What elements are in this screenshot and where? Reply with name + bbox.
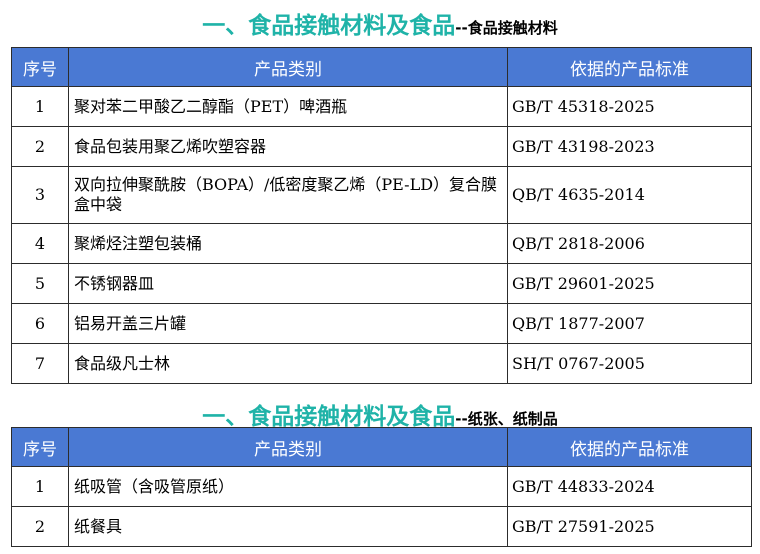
section-title-main: 一、食品接触材料及食品 [202, 13, 456, 39]
header-standard: 依据的产品标准 [507, 427, 752, 467]
section-title-food-contact-materials: 一、食品接触材料及食品--食品接触材料 [0, 6, 760, 40]
row-category: 不锈钢器皿 [68, 263, 508, 304]
table-row: 1 纸吸管（含吸管原纸） GB/T 44833-2024 [11, 466, 752, 507]
header-category: 产品类别 [68, 427, 508, 467]
row-index: 1 [11, 86, 69, 127]
row-index: 5 [11, 263, 69, 304]
section-title-sub: --食品接触材料 [455, 19, 558, 37]
row-category: 纸餐具 [68, 506, 508, 547]
row-standard: QB/T 4635-2014 [507, 166, 752, 224]
row-category: 食品包装用聚乙烯吹塑容器 [68, 126, 508, 167]
header-index: 序号 [11, 427, 69, 467]
row-category: 双向拉伸聚酰胺（BOPA）/低密度聚乙烯（PE-LD）复合膜盒中袋 [68, 166, 508, 224]
row-index: 3 [11, 166, 69, 224]
standards-table-paper-products: 序号 产品类别 依据的产品标准 1 纸吸管（含吸管原纸） GB/T 44833-… [11, 427, 752, 547]
row-standard: GB/T 45318-2025 [507, 86, 752, 127]
row-standard: QB/T 1877-2007 [507, 303, 752, 344]
row-standard: QB/T 2818-2006 [507, 223, 752, 264]
table-row: 5 不锈钢器皿 GB/T 29601-2025 [11, 263, 752, 304]
table-row: 2 纸餐具 GB/T 27591-2025 [11, 506, 752, 547]
section-title-sub: --纸张、纸制品 [455, 410, 558, 428]
row-category: 纸吸管（含吸管原纸） [68, 466, 508, 507]
row-index: 7 [11, 343, 69, 384]
table-header-row: 序号 产品类别 依据的产品标准 [11, 47, 752, 87]
table-row: 6 铝易开盖三片罐 QB/T 1877-2007 [11, 303, 752, 344]
row-standard: GB/T 44833-2024 [507, 466, 752, 507]
row-standard: GB/T 43198-2023 [507, 126, 752, 167]
row-index: 1 [11, 466, 69, 507]
row-category: 食品级凡士林 [68, 343, 508, 384]
row-index: 6 [11, 303, 69, 344]
section-title-paper-products: 一、食品接触材料及食品--纸张、纸制品 [0, 397, 760, 431]
table-header-row: 序号 产品类别 依据的产品标准 [11, 427, 752, 467]
table-row: 3 双向拉伸聚酰胺（BOPA）/低密度聚乙烯（PE-LD）复合膜盒中袋 QB/T… [11, 166, 752, 224]
row-standard: SH/T 0767-2005 [507, 343, 752, 384]
table-row: 4 聚烯烃注塑包装桶 QB/T 2818-2006 [11, 223, 752, 264]
header-category: 产品类别 [68, 47, 508, 87]
row-index: 2 [11, 126, 69, 167]
row-category: 聚对苯二甲酸乙二醇酯（PET）啤酒瓶 [68, 86, 508, 127]
header-index: 序号 [11, 47, 69, 87]
table-row: 2 食品包装用聚乙烯吹塑容器 GB/T 43198-2023 [11, 126, 752, 167]
row-standard: GB/T 29601-2025 [507, 263, 752, 304]
header-standard: 依据的产品标准 [507, 47, 752, 87]
row-index: 2 [11, 506, 69, 547]
row-category: 聚烯烃注塑包装桶 [68, 223, 508, 264]
standards-table-food-contact-materials: 序号 产品类别 依据的产品标准 1 聚对苯二甲酸乙二醇酯（PET）啤酒瓶 GB/… [11, 47, 752, 384]
table-row: 7 食品级凡士林 SH/T 0767-2005 [11, 343, 752, 384]
table-row: 1 聚对苯二甲酸乙二醇酯（PET）啤酒瓶 GB/T 45318-2025 [11, 86, 752, 127]
row-index: 4 [11, 223, 69, 264]
row-category: 铝易开盖三片罐 [68, 303, 508, 344]
row-standard: GB/T 27591-2025 [507, 506, 752, 547]
